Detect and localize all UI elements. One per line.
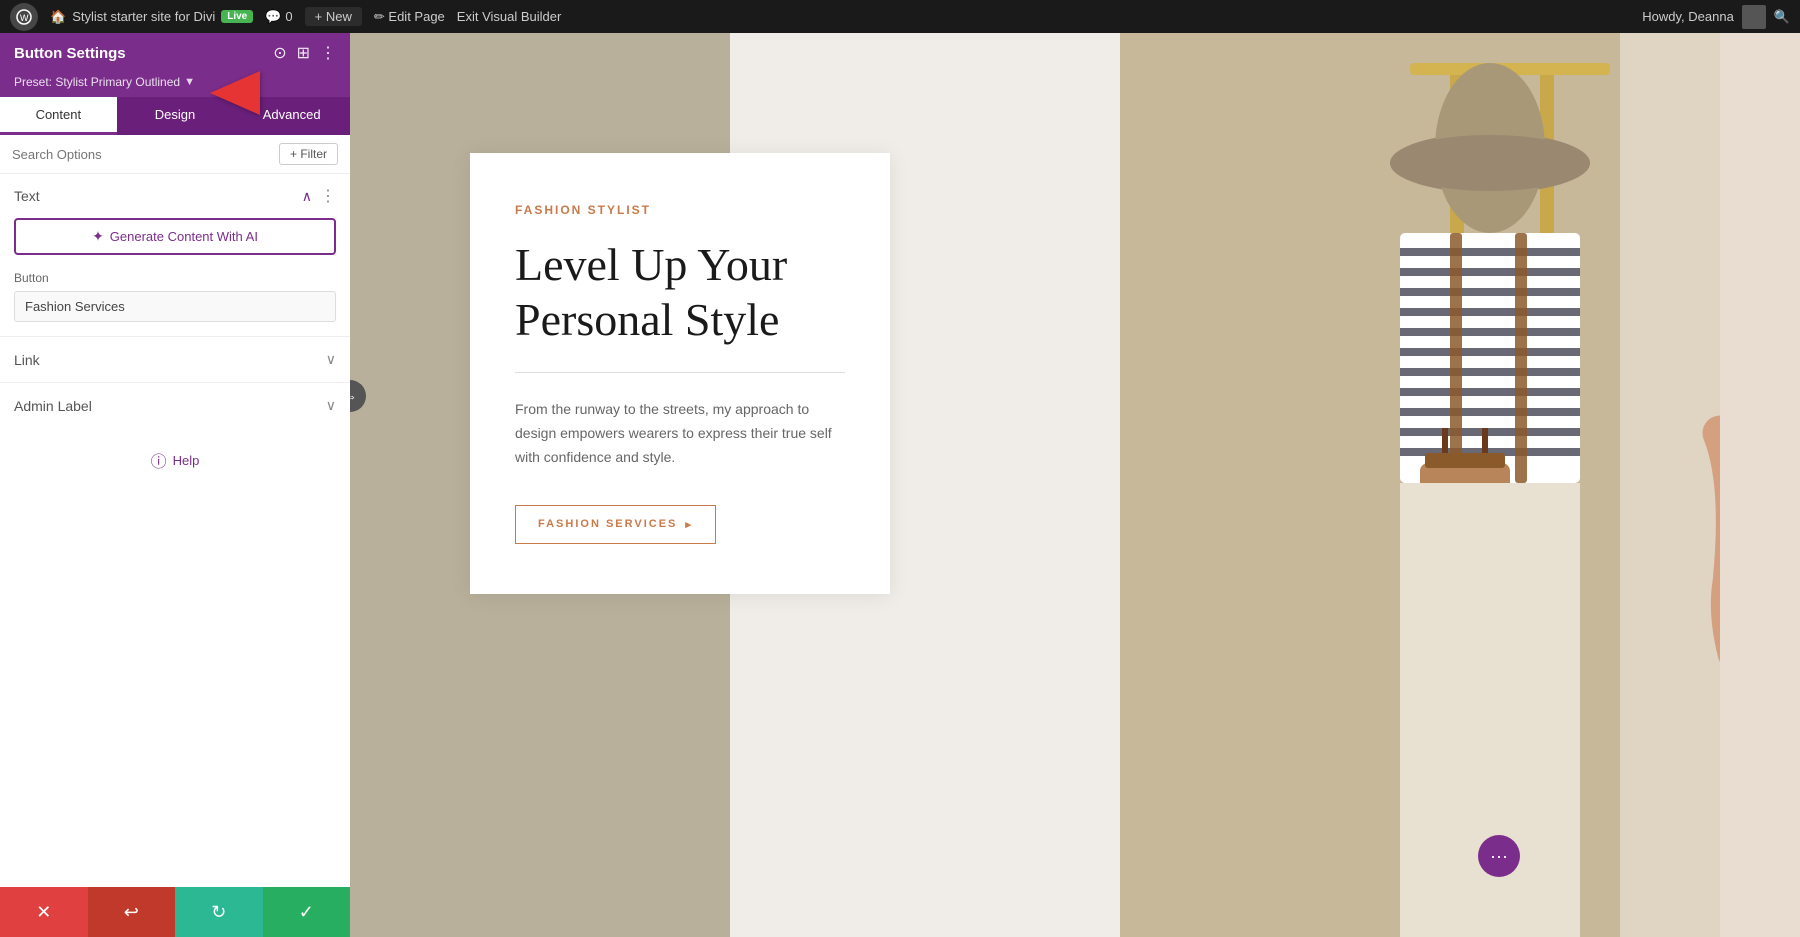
top-bar: W 🏠 Stylist starter site for Divi Live 💬… [0,0,1800,33]
user-avatar [1742,5,1766,29]
floating-menu-button[interactable]: ··· [1478,835,1520,877]
search-icon[interactable]: 🔍 [1774,9,1790,25]
save-button[interactable]: ✓ [263,887,351,937]
redo-icon: ↻ [211,902,226,923]
button-field-label: Button [14,271,336,285]
main-content: FASHION STYLIST Level Up Your Personal S… [350,33,1800,937]
help-label: Help [173,453,200,468]
cta-arrow-icon: ▸ [685,518,693,531]
site-name[interactable]: 🏠 Stylist starter site for Divi Live [50,9,253,25]
layout-icon[interactable]: ⊞ [297,43,310,63]
text-chevron-up: ∧ [302,188,312,205]
text-section-menu[interactable]: ⋮ [320,186,336,206]
generate-ai-button[interactable]: ✦ Generate Content With AI [14,218,336,255]
button-text-input[interactable] [14,291,336,322]
hero-card: FASHION STYLIST Level Up Your Personal S… [470,153,890,594]
save-icon: ✓ [299,902,314,923]
hero-title: Level Up Your Personal Style [515,237,845,347]
bottom-bar: ✕ ↩ ↻ ✓ [0,887,350,937]
settings-header: Button Settings ⊙ ⊞ ⋮ [0,33,350,71]
hero-description: From the runway to the streets, my appro… [515,398,845,469]
link-title: Link [14,352,40,368]
admin-label-header[interactable]: Admin Label ∨ [0,383,350,428]
settings-title: Button Settings [14,45,126,62]
tab-content[interactable]: Content [0,97,117,135]
screenshot-icon[interactable]: ⊙ [273,43,286,63]
search-row: + Filter [0,135,350,174]
text-section-header[interactable]: Text ∧ ⋮ [0,174,350,214]
ai-icon: ✦ [92,228,104,245]
text-section-title: Text [14,188,40,204]
more-icon[interactable]: ⋮ [320,43,336,63]
header-icons: ⊙ ⊞ ⋮ [273,43,336,63]
preset-selector[interactable]: Preset: Stylist Primary Outlined ▼ [0,71,350,97]
site-icon: 🏠 [50,9,66,25]
exit-visual-builder-button[interactable]: Exit Visual Builder [457,9,562,24]
link-section: Link ∨ [0,336,350,382]
admin-label-title: Admin Label [14,398,92,414]
preset-chevron: ▼ [184,76,195,88]
svg-text:W: W [20,13,29,23]
comment-icon: 💬 [265,9,281,25]
cancel-icon: ✕ [36,902,51,923]
photo-area [1120,33,1800,937]
settings-tabs: Content Design Advanced [0,97,350,135]
search-input[interactable] [12,147,271,162]
help-row[interactable]: ⓘ Help [0,428,350,492]
cancel-button[interactable]: ✕ [0,887,88,937]
comment-count[interactable]: 💬 0 [265,9,292,25]
filter-button[interactable]: + Filter [279,143,338,165]
hero-divider [515,372,845,373]
help-icon: ⓘ [151,448,167,472]
sidebar: Button Settings ⊙ ⊞ ⋮ Preset: Stylist Pr… [0,33,350,937]
undo-icon: ↩ [124,902,139,923]
preset-label: Preset: Stylist Primary Outlined [14,75,180,89]
live-badge: Live [221,10,253,23]
link-chevron: ∨ [326,351,336,368]
builder-background: FASHION STYLIST Level Up Your Personal S… [350,33,1800,937]
user-info: Howdy, Deanna 🔍 [1642,5,1790,29]
undo-button[interactable]: ↩ [88,887,176,937]
redo-button[interactable]: ↻ [175,887,263,937]
hero-subtitle: FASHION STYLIST [515,203,845,217]
admin-label-section: Admin Label ∨ [0,382,350,428]
new-button[interactable]: + New [305,7,362,26]
hero-cta-button[interactable]: FASHION SERVICES ▸ [515,505,716,544]
right-edge-panel [1720,33,1800,937]
edit-page-button[interactable]: ✏ Edit Page [374,9,445,25]
link-section-header[interactable]: Link ∨ [0,337,350,382]
wp-logo[interactable]: W [10,3,38,31]
button-field-group: Button [0,267,350,336]
admin-chevron: ∨ [326,397,336,414]
three-dots-icon: ··· [1490,846,1508,867]
red-arrow-indicator [210,71,260,115]
